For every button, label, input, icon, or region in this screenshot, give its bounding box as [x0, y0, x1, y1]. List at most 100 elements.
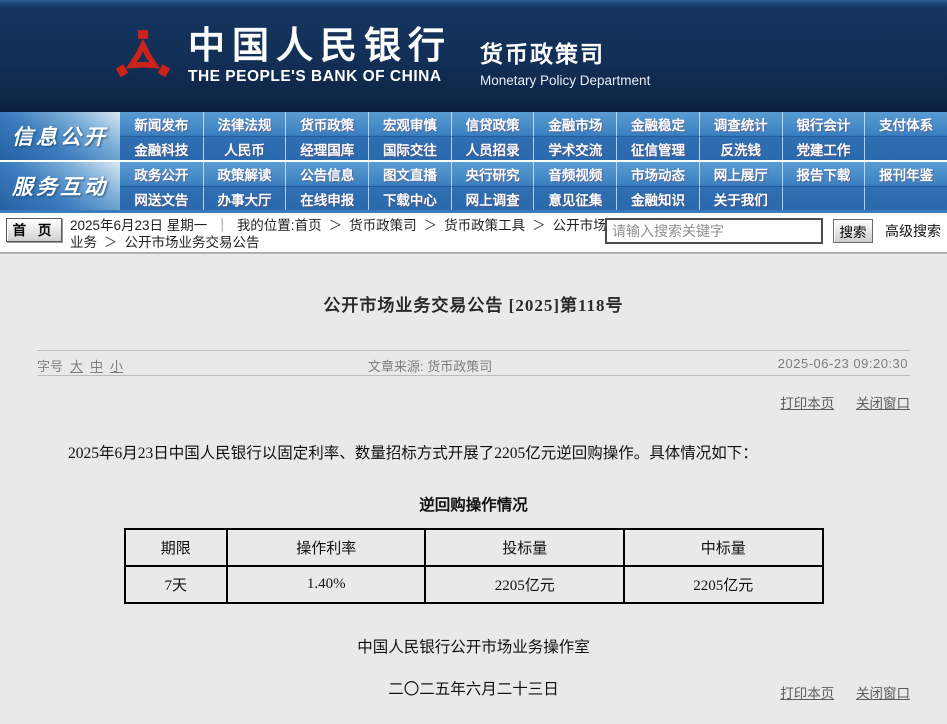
- breadcrumb: 2025年6月23日 星期一｜我的位置:首页＞货币政策司＞货币政策工具＞公开市场…: [70, 217, 618, 251]
- breadcrumb-separator: ＞: [329, 218, 343, 233]
- nav-item[interactable]: 人员招录: [451, 136, 534, 160]
- cell-bid-amount: 2205亿元: [425, 566, 624, 603]
- font-size-small-link[interactable]: 小: [110, 359, 123, 374]
- breadcrumb-link-tools[interactable]: 货币政策工具: [444, 218, 525, 233]
- search-zone: 搜索 高级搜索: [605, 218, 941, 244]
- nav-item[interactable]: 国际交往: [368, 136, 451, 160]
- nav-item[interactable]: 市场动态: [616, 162, 699, 186]
- advanced-search-link[interactable]: 高级搜索: [885, 221, 941, 241]
- bank-name-en: THE PEOPLE'S BANK OF CHINA: [188, 68, 452, 86]
- publish-datetime: 2025-06-23 09:20:30: [778, 356, 908, 371]
- breadcrumb-separator: ＞: [424, 218, 438, 233]
- nav-item[interactable]: 金融知识: [616, 186, 699, 210]
- nav-section-services: 服务互动 政务公开 政策解读 公告信息 图文直播 央行研究 音频视频 市场动态 …: [0, 162, 947, 210]
- nav-item[interactable]: 征信管理: [616, 136, 699, 160]
- cell-awarded-amount: 2205亿元: [624, 566, 823, 603]
- nav-item[interactable]: 银行会计: [782, 112, 865, 136]
- source-value: 货币政策司: [427, 359, 492, 374]
- department-name-en: Monetary Policy Department: [480, 73, 650, 88]
- nav-cell-empty: [864, 186, 947, 210]
- nav-item[interactable]: 报刊年鉴: [864, 162, 947, 186]
- department-name-cn: 货币政策司: [480, 35, 650, 69]
- nav-section-label-info: 信息公开: [0, 112, 120, 160]
- nav-item[interactable]: 在线申报: [285, 186, 368, 210]
- article-tools-top: 打印本页 关闭窗口: [37, 392, 910, 412]
- font-size-label: 字号: [37, 359, 63, 374]
- search-input[interactable]: [605, 218, 823, 244]
- bank-logo: 中国人民银行 THE PEOPLE'S BANK OF CHINA: [112, 12, 452, 100]
- nav-cell-empty: [864, 136, 947, 160]
- nav-item[interactable]: 人民币: [203, 136, 286, 160]
- nav-item[interactable]: 网上调查: [451, 186, 534, 210]
- close-window-link[interactable]: 关闭窗口: [856, 396, 910, 411]
- signature-office: 中国人民银行公开市场业务操作室: [37, 635, 910, 657]
- cell-term: 7天: [125, 566, 227, 603]
- nav-item[interactable]: 调查统计: [699, 112, 782, 136]
- nav-item[interactable]: 下载中心: [368, 186, 451, 210]
- nav-item[interactable]: 金融稳定: [616, 112, 699, 136]
- th-bid-amount: 投标量: [425, 529, 624, 566]
- nav-item[interactable]: 货币政策: [285, 112, 368, 136]
- breadcrumb-link-home[interactable]: 首页: [295, 218, 322, 233]
- bank-name-cn: 中国人民银行: [188, 26, 452, 65]
- nav-item[interactable]: 关于我们: [699, 186, 782, 210]
- current-date: 2025年6月23日 星期一: [70, 218, 207, 233]
- nav-item[interactable]: 意见征集: [533, 186, 616, 210]
- search-button[interactable]: 搜索: [833, 219, 873, 243]
- print-page-link[interactable]: 打印本页: [780, 686, 834, 701]
- table-row: 7天 1.40% 2205亿元 2205亿元: [125, 566, 823, 603]
- nav-section-label-services: 服务互动: [0, 162, 120, 210]
- th-term: 期限: [125, 529, 227, 566]
- nav-item[interactable]: 新闻发布: [120, 112, 203, 136]
- breadcrumb-bar: 首 页 2025年6月23日 星期一｜我的位置:首页＞货币政策司＞货币政策工具＞…: [0, 213, 947, 253]
- breadcrumb-link-dept[interactable]: 货币政策司: [349, 218, 417, 233]
- nav-item[interactable]: 法律法规: [203, 112, 286, 136]
- nav-grid-services: 政务公开 政策解读 公告信息 图文直播 央行研究 音频视频 市场动态 网上展厅 …: [120, 162, 947, 210]
- table-header-row: 期限 操作利率 投标量 中标量: [125, 529, 823, 566]
- nav-section-label-text: 服务互动: [12, 171, 108, 201]
- nav-item[interactable]: 图文直播: [368, 162, 451, 186]
- font-size-large-link[interactable]: 大: [70, 359, 83, 374]
- nav-item[interactable]: 央行研究: [451, 162, 534, 186]
- nav-item[interactable]: 反洗钱: [699, 136, 782, 160]
- table-title: 逆回购操作情况: [37, 493, 910, 515]
- article-content: 公开市场业务交易公告 [2025]第118号 字号大中小 文章来源: 货币政策司…: [0, 253, 947, 724]
- site-header: 中国人民银行 THE PEOPLE'S BANK OF CHINA 货币政策司 …: [0, 0, 947, 112]
- cell-rate: 1.40%: [227, 566, 426, 603]
- reverse-repo-table: 期限 操作利率 投标量 中标量 7天 1.40% 2205亿元 2205亿元: [124, 528, 824, 604]
- pboc-emblem-icon: [112, 16, 174, 100]
- breadcrumb-link-announcements[interactable]: 公开市场业务交易公告: [125, 235, 260, 250]
- nav-item[interactable]: 政策解读: [203, 162, 286, 186]
- nav-item[interactable]: 支付体系: [864, 112, 947, 136]
- nav-section-info-disclosure: 信息公开 新闻发布 法律法规 货币政策 宏观审慎 信贷政策 金融市场 金融稳定 …: [0, 112, 947, 160]
- nav-item[interactable]: 公告信息: [285, 162, 368, 186]
- nav-item[interactable]: 办事大厅: [203, 186, 286, 210]
- nav-item[interactable]: 学术交流: [533, 136, 616, 160]
- article-meta-bar: 字号大中小 文章来源: 货币政策司 2025-06-23 09:20:30: [37, 350, 910, 376]
- nav-item[interactable]: 金融科技: [120, 136, 203, 160]
- nav-item[interactable]: 经理国库: [285, 136, 368, 160]
- nav-item[interactable]: 音频视频: [533, 162, 616, 186]
- home-button[interactable]: 首 页: [6, 218, 62, 242]
- article-title: 公开市场业务交易公告 [2025]第118号: [37, 254, 910, 316]
- breadcrumb-separator: ＞: [532, 218, 546, 233]
- print-page-link[interactable]: 打印本页: [780, 396, 834, 411]
- nav-item[interactable]: 报告下载: [782, 162, 865, 186]
- close-window-link[interactable]: 关闭窗口: [856, 686, 910, 701]
- th-rate: 操作利率: [227, 529, 426, 566]
- nav-item[interactable]: 网送文告: [120, 186, 203, 210]
- breadcrumb-divider: ｜: [215, 218, 229, 233]
- nav-item[interactable]: 网上展厅: [699, 162, 782, 186]
- nav-grid-info: 新闻发布 法律法规 货币政策 宏观审慎 信贷政策 金融市场 金融稳定 调查统计 …: [120, 112, 947, 160]
- th-awarded-amount: 中标量: [624, 529, 823, 566]
- font-size-medium-link[interactable]: 中: [90, 359, 103, 374]
- nav-item[interactable]: 政务公开: [120, 162, 203, 186]
- nav-item[interactable]: 金融市场: [533, 112, 616, 136]
- nav-item[interactable]: 宏观审慎: [368, 112, 451, 136]
- nav-item[interactable]: 党建工作: [782, 136, 865, 160]
- announcement-paragraph: 2025年6月23日中国人民银行以固定利率、数量招标方式开展了2205亿元逆回购…: [37, 442, 910, 466]
- source-label: 文章来源:: [368, 359, 424, 374]
- nav-item[interactable]: 信贷政策: [451, 112, 534, 136]
- article-tools-bottom: 打印本页 关闭窗口: [780, 682, 910, 702]
- breadcrumb-separator: ＞: [104, 235, 118, 250]
